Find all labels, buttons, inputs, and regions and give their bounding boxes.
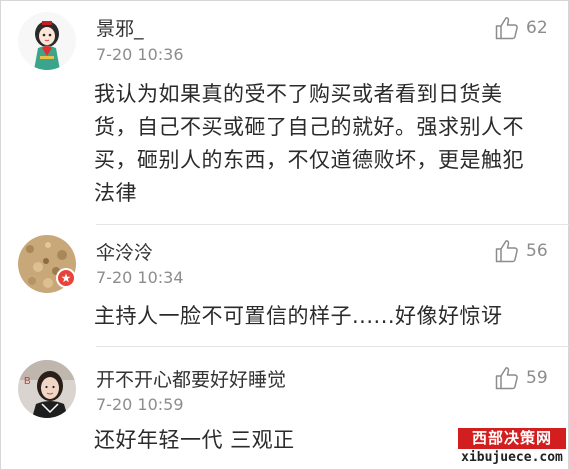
- comment-divider: [96, 346, 569, 347]
- like-button[interactable]: 59: [494, 364, 560, 392]
- svg-text:B: B: [24, 376, 31, 387]
- watermark-url: xibujuece.com: [461, 450, 563, 465]
- comment-username[interactable]: 景邪_: [96, 14, 144, 41]
- user-avatar[interactable]: [18, 12, 76, 70]
- badge-star-icon: [58, 270, 74, 286]
- like-count: 62: [526, 18, 548, 38]
- comment-text: 我认为如果真的受不了购买或者看到日货美货，自己不买或砸了自己的就好。强求别人不买…: [94, 82, 524, 205]
- verified-badge: [56, 268, 76, 288]
- comment-username[interactable]: 开不开心都要好好睡觉: [96, 365, 286, 392]
- girl-photo-avatar-icon: B: [18, 360, 76, 418]
- like-count: 59: [526, 368, 548, 388]
- screenshot-frame: [0, 0, 569, 470]
- thumbs-up-icon: [495, 367, 518, 390]
- like-count: 56: [526, 241, 548, 261]
- thumbs-up-icon: [495, 240, 518, 263]
- like-button[interactable]: 56: [494, 237, 560, 265]
- comment-timestamp: 7-20 10:59: [96, 395, 184, 414]
- comment-timestamp: 7-20 10:36: [96, 45, 184, 64]
- comment-timestamp: 7-20 10:34: [96, 268, 184, 287]
- cartoon-girl-avatar-icon: [18, 12, 76, 70]
- user-avatar[interactable]: B: [18, 360, 76, 418]
- comment-username[interactable]: 伞泠泠: [96, 238, 153, 265]
- site-watermark: 西部决策网 xibujuece.com: [458, 428, 566, 467]
- comment-text: 主持人一脸不可置信的样子......好像好惊讶: [94, 304, 503, 328]
- comment-divider: [96, 224, 569, 225]
- thumbs-up-icon: [495, 17, 518, 40]
- like-button[interactable]: 62: [494, 14, 560, 42]
- watermark-title: 西部决策网: [458, 428, 566, 449]
